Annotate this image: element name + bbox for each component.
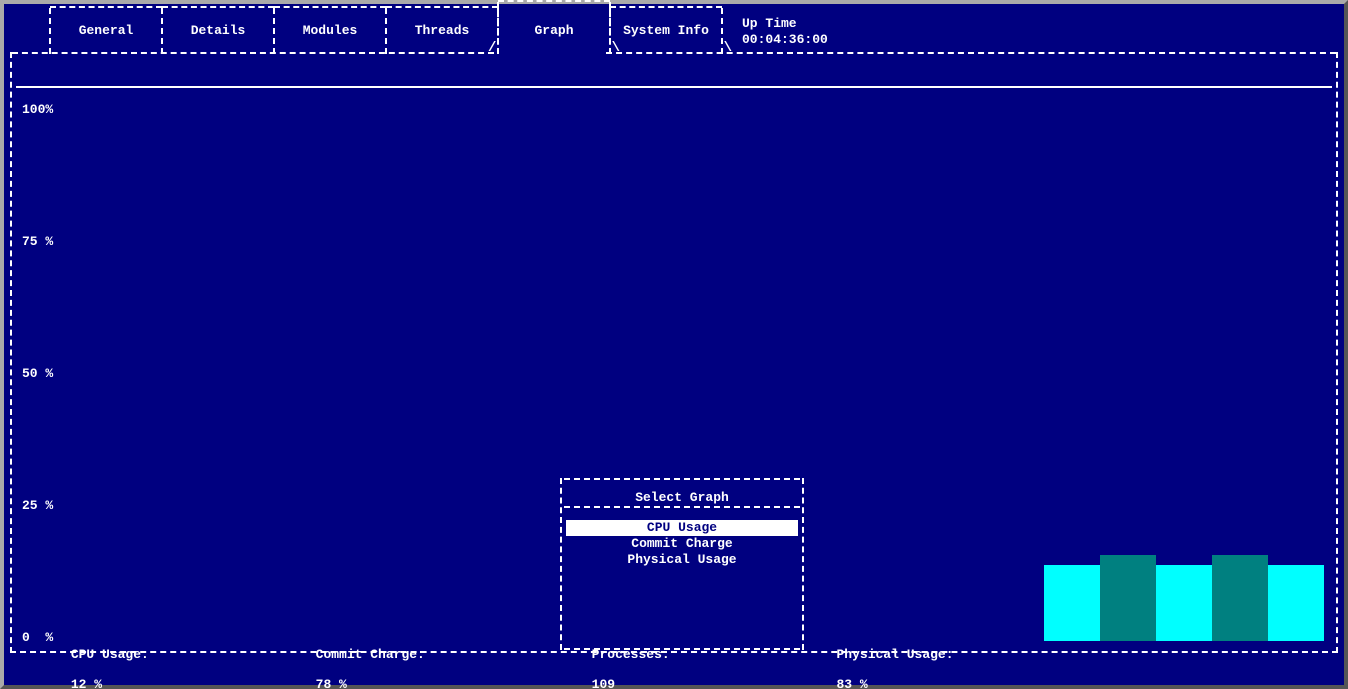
select-graph-dialog: Select Graph CPU Usage Commit Charge Phy… <box>560 478 804 650</box>
graph-bar <box>1100 555 1156 641</box>
tab-label: General <box>50 23 162 38</box>
option-commit-charge[interactable]: Commit Charge <box>566 536 798 552</box>
status-cpu-value: 12 % <box>71 677 102 689</box>
status-processes-label: Processes: <box>592 647 670 662</box>
y-axis-label-100: 100% <box>22 102 53 117</box>
tab-label: Graph <box>498 23 610 38</box>
y-axis-label-25: 25 % <box>22 498 53 513</box>
tab-label: System Info <box>610 23 722 38</box>
tab-system-info[interactable]: System Info \ <box>610 14 722 52</box>
uptime-value: 00:04:36:00 <box>742 32 828 48</box>
uptime-display: Up Time 00:04:36:00 <box>742 16 828 48</box>
y-axis-label-75: 75 % <box>22 234 53 249</box>
app-root: General Details Modules Threads / Graph … <box>0 0 1348 689</box>
tab-label: Modules <box>274 23 386 38</box>
graph-bar <box>1156 565 1212 641</box>
graph-bars <box>1024 101 1324 641</box>
status-bar: CPU Usage: 12 % Commit Charge: 78 % Proc… <box>12 659 1336 679</box>
status-processes: Processes: 109 <box>545 632 670 689</box>
tab-threads[interactable]: Threads <box>386 14 498 52</box>
status-physical: Physical Usage: 83 % <box>790 632 954 689</box>
graph-bar <box>1268 565 1324 641</box>
status-commit: Commit Charge: 78 % <box>269 632 425 689</box>
tab-general[interactable]: General <box>50 14 162 52</box>
status-cpu: CPU Usage: 12 % <box>24 632 149 689</box>
tab-label: Details <box>162 23 274 38</box>
status-commit-label: Commit Charge: <box>316 647 425 662</box>
tab-graph[interactable]: / Graph \ <box>498 14 610 52</box>
dialog-options: CPU Usage Commit Charge Physical Usage <box>566 520 798 568</box>
tab-details[interactable]: Details <box>162 14 274 52</box>
graph-bar <box>1044 565 1100 641</box>
tab-label: Threads <box>386 23 498 38</box>
tab-modules[interactable]: Modules <box>274 14 386 52</box>
dialog-title: Select Graph <box>560 490 804 505</box>
y-axis-label-50: 50 % <box>22 366 53 381</box>
status-commit-value: 78 % <box>316 677 347 689</box>
status-physical-value: 83 % <box>837 677 868 689</box>
status-processes-value: 109 <box>592 677 615 689</box>
tab-bar: General Details Modules Threads / Graph … <box>10 10 1338 54</box>
option-cpu-usage[interactable]: CPU Usage <box>566 520 798 536</box>
uptime-label: Up Time <box>742 16 828 32</box>
graph-bar <box>1212 555 1268 641</box>
status-physical-label: Physical Usage: <box>837 647 954 662</box>
status-cpu-label: CPU Usage: <box>71 647 149 662</box>
option-physical-usage[interactable]: Physical Usage <box>566 552 798 568</box>
